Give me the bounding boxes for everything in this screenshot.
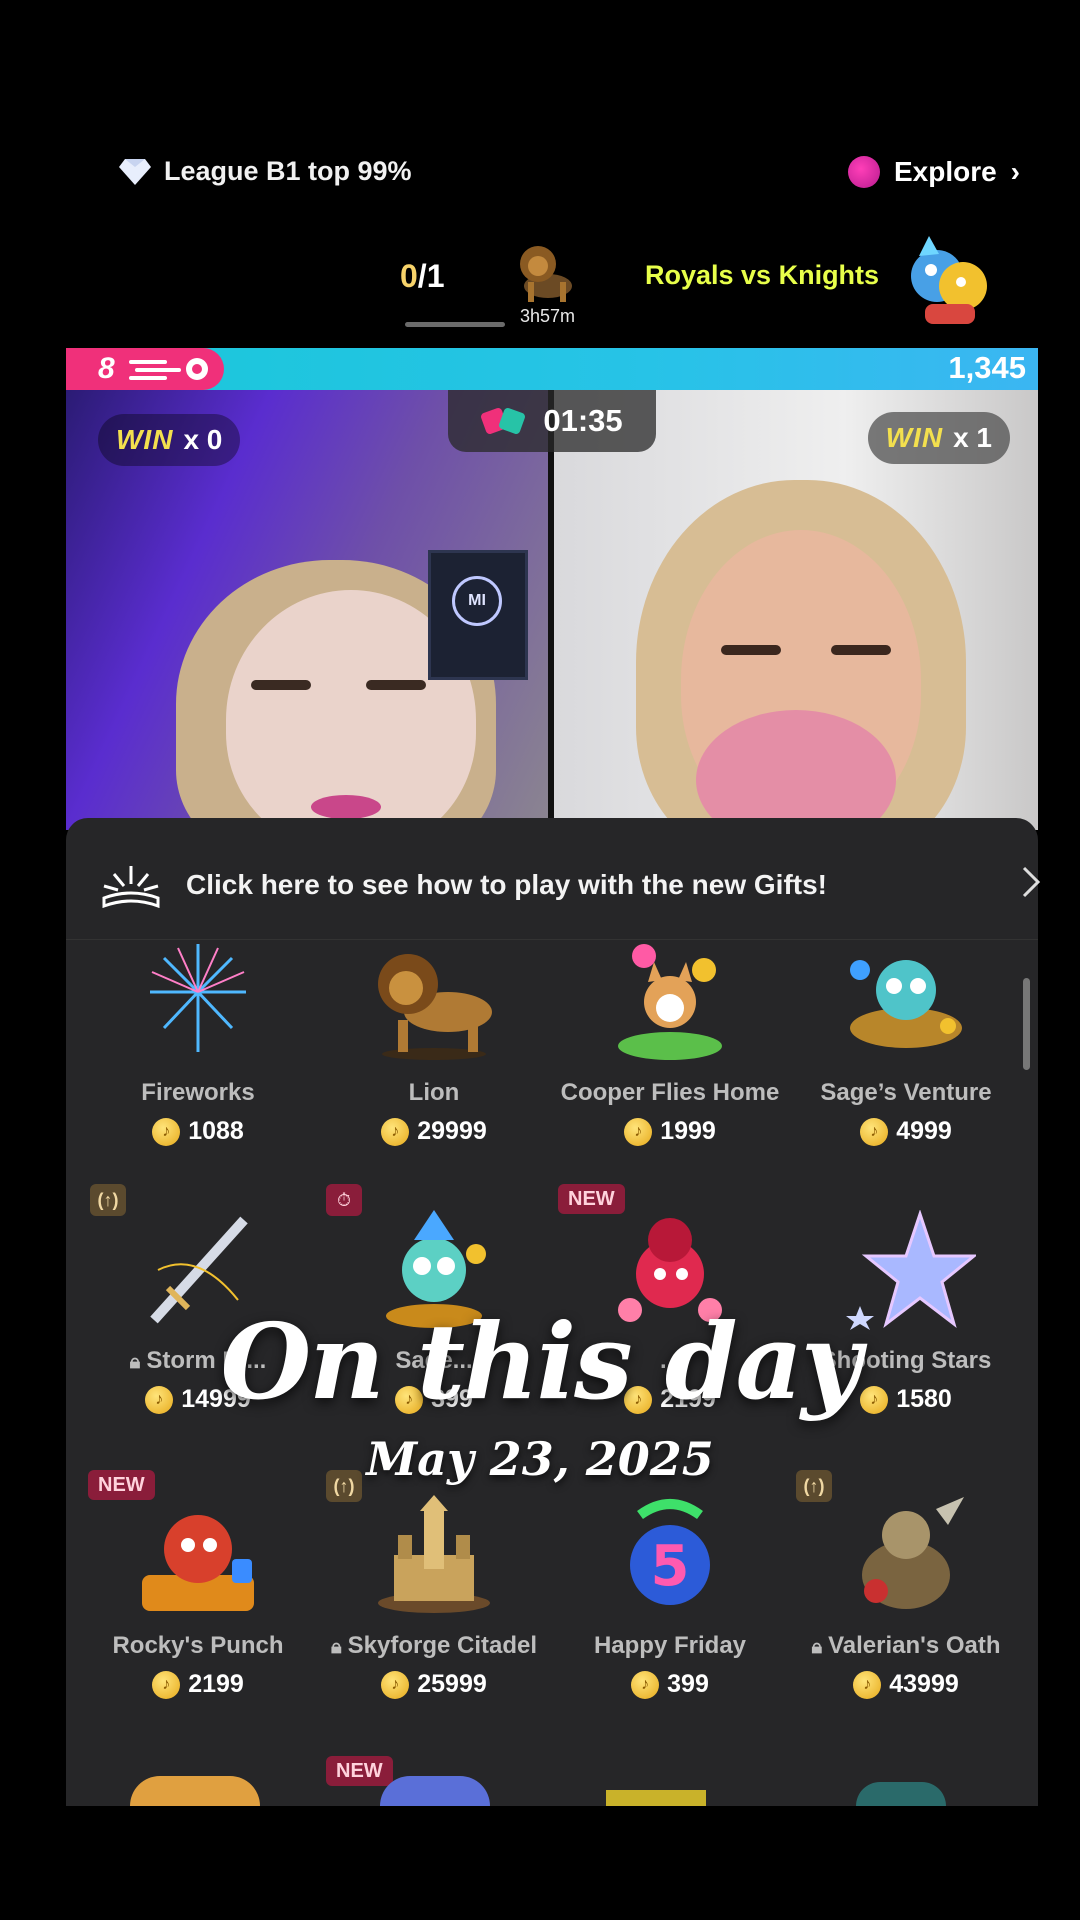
event-timer: 3h57m — [520, 306, 576, 326]
lock-icon: 🔒︎ — [811, 1636, 823, 1658]
gift-price: ♪ 43999 — [786, 1670, 1026, 1699]
gift-name: Rocky's Punch — [112, 1632, 284, 1659]
coin-icon: ♪ — [152, 1670, 181, 1699]
right-win-badge: WIN x 1 — [867, 412, 1010, 464]
battle-left-segment: 8 — [66, 348, 224, 390]
win-label: WIN — [885, 422, 944, 453]
price-value: 25999 — [417, 1670, 487, 1698]
chevron-right-icon[interactable] — [1018, 862, 1044, 902]
gift-price: ♪ 25999 — [314, 1670, 554, 1699]
gift-item-sages-venture[interactable]: Sage’s Venture ♪ 4999 — [786, 942, 1026, 1146]
corgi-balloon-icon — [618, 944, 722, 1060]
explore-label: Explore — [893, 156, 997, 187]
chevron-right-icon: › — [1010, 156, 1020, 187]
gift-name: Sage’s Venture — [820, 1079, 992, 1106]
gift-item-fireworks[interactable]: Fireworks ♪ 1088 — [78, 942, 318, 1146]
gift-price: ♪ 1088 — [78, 1117, 318, 1146]
price-value: 2199 — [188, 1670, 244, 1698]
gift-item-partial[interactable] — [380, 1776, 490, 1806]
host-left-brow — [366, 680, 426, 690]
battle-right-score: 1,345 — [948, 350, 1026, 385]
gift-item-partial[interactable] — [130, 1776, 260, 1806]
host-right-brow — [721, 645, 781, 655]
explore-button[interactable]: Explore › — [847, 156, 1020, 188]
battle-countdown: 01:35 — [448, 390, 656, 452]
gift-item-cooper-flies-home[interactable]: Cooper Flies Home ♪ 1999 — [550, 942, 790, 1146]
knight-icon — [862, 1497, 964, 1609]
gift-item-skyforge-citadel[interactable]: 🔒︎ Skyforge Citadel ♪ 25999 — [314, 1495, 554, 1699]
price-value: 43999 — [889, 1670, 959, 1698]
price-value: 29999 — [417, 1117, 487, 1145]
coin-icon: ♪ — [152, 1117, 181, 1146]
boxer-icon — [142, 1515, 254, 1611]
gift-item-lion[interactable]: Lion ♪ 29999 — [314, 942, 554, 1146]
gift-price: ♪ 2199 — [78, 1670, 318, 1699]
gift-name: 🔒︎ Valerian's Oath — [786, 1632, 1026, 1660]
gift-item-partial[interactable] — [856, 1782, 946, 1806]
coin-icon: ♪ — [853, 1670, 882, 1699]
speed-lines-icon — [128, 358, 208, 380]
coin-icon: ♪ — [624, 1117, 653, 1146]
price-value: 4999 — [896, 1117, 952, 1145]
castle-icon — [378, 1495, 490, 1613]
lock-icon: 🔒︎ — [330, 1636, 342, 1658]
overlay-date: May 23, 2025 — [366, 1432, 714, 1486]
gift-item-happy-friday[interactable]: 5 Happy Friday ♪ 399 — [550, 1495, 790, 1699]
league-label: League B1 top 99% — [164, 156, 412, 186]
gift-name: Fireworks — [141, 1079, 255, 1106]
countdown-time: 01:35 — [543, 403, 623, 438]
battle-left-value: 8 — [98, 352, 115, 385]
gift-item-valerians-oath[interactable]: 🔒︎ Valerian's Oath ♪ 43999 — [786, 1495, 1026, 1699]
coin-icon: ♪ — [381, 1670, 410, 1699]
royals-knights-icon[interactable] — [905, 230, 995, 328]
score-progress-bar — [405, 322, 505, 327]
coin-icon: ♪ — [860, 1117, 889, 1146]
gift-name: Cooper Flies Home — [560, 1079, 780, 1106]
coin-icon: ♪ — [381, 1117, 410, 1146]
host-left-lips — [311, 795, 381, 819]
gift-item-partial[interactable] — [606, 1790, 706, 1806]
split-divider — [548, 390, 554, 830]
gift-name: 🔒︎ Skyforge Citadel — [314, 1632, 554, 1660]
sage-creature-icon — [850, 960, 962, 1048]
versus-icon — [481, 408, 526, 434]
banner-text: Click here to see how to play with the n… — [186, 868, 827, 900]
gift-item-rockys-punch[interactable]: Rocky's Punch ♪ 2199 — [78, 1495, 318, 1699]
host-right-brow — [831, 645, 891, 655]
lion-gift-icon — [378, 954, 492, 1060]
price-value: 1088 — [188, 1117, 244, 1145]
gift-guide-banner[interactable]: Click here to see how to play with the n… — [66, 830, 1038, 940]
host-left-brow — [251, 680, 311, 690]
svg-text:5: 5 — [651, 1534, 690, 1599]
poster-logo: MI — [452, 576, 502, 626]
gift-price: ♪ 29999 — [314, 1117, 554, 1146]
score-wins: 0 — [400, 258, 418, 294]
happy-friday-icon: 5 — [630, 1499, 710, 1605]
gift-price: ♪ 399 — [550, 1670, 790, 1699]
fireworks-icon — [150, 944, 246, 1052]
gift-name: Happy Friday — [593, 1632, 747, 1659]
price-value: 1999 — [660, 1117, 716, 1145]
event-score: 0/1 — [400, 258, 444, 295]
gift-name: Lion — [408, 1079, 460, 1106]
event-title[interactable]: Royals vs Knights — [645, 260, 879, 291]
win-count: x 1 — [953, 422, 992, 453]
coin-icon: ♪ — [631, 1670, 660, 1699]
left-win-badge: WIN x 0 — [98, 414, 241, 466]
explore-icon — [847, 156, 880, 188]
lion-icon[interactable] — [512, 238, 584, 308]
gift-name-text: Skyforge Citadel — [347, 1632, 538, 1659]
gift-price: ♪ 1999 — [550, 1117, 790, 1146]
new-tag: NEW — [326, 1756, 393, 1786]
overlay-title: On this day — [220, 1300, 862, 1423]
sparkle-book-icon — [102, 865, 160, 908]
league-status[interactable]: League B1 top 99% — [118, 156, 412, 187]
win-label: WIN — [116, 424, 174, 455]
diamond-icon — [119, 158, 151, 185]
win-count: x 0 — [183, 424, 223, 455]
gift-name-text: Valerian's Oath — [828, 1632, 1001, 1659]
price-value: 399 — [667, 1670, 709, 1698]
gift-price: ♪ 4999 — [786, 1117, 1026, 1146]
score-total: /1 — [417, 258, 445, 294]
